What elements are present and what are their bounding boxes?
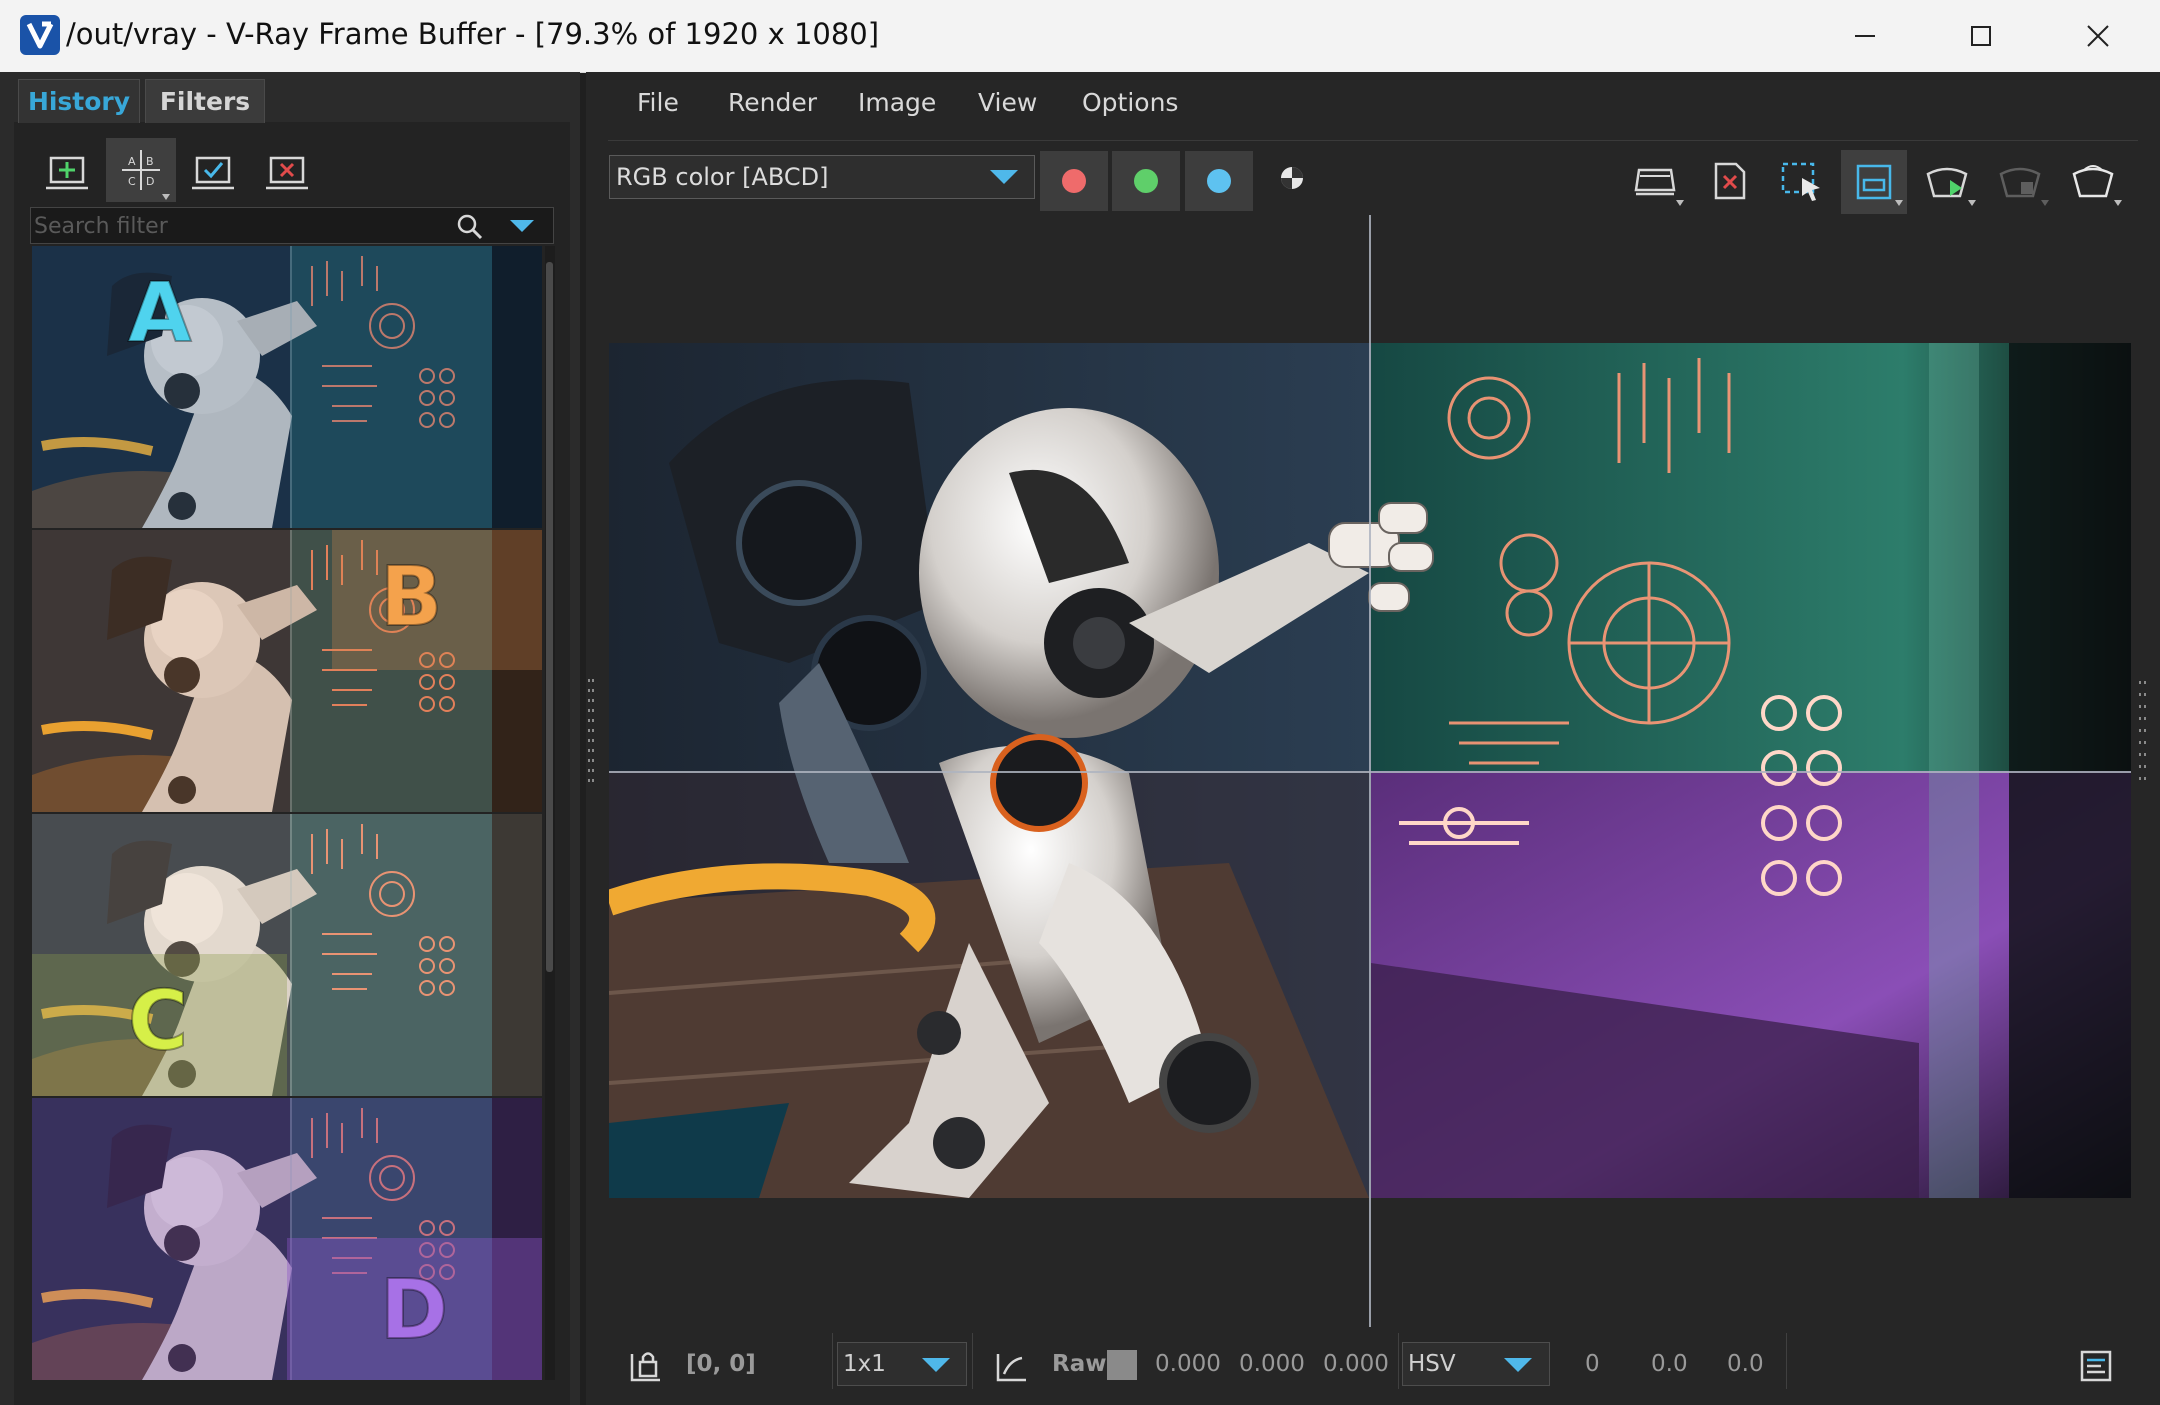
blue-channel-toggle[interactable] [1185,151,1253,211]
log-window-icon[interactable] [2074,1346,2118,1386]
history-item-label: B [379,549,444,646]
history-item-label: D [379,1262,449,1359]
track-mouse-icon [1856,164,1903,206]
history-item-a[interactable]: A [32,246,542,528]
region-render-icon [1781,162,1820,201]
chevron-down-icon[interactable] [1498,1350,1538,1380]
history-scrollbar-thumb[interactable] [546,262,553,972]
filter-dropdown-arrow-icon[interactable] [504,210,540,242]
tab-filters[interactable]: Filters [145,79,265,123]
history-list[interactable]: A B C D [32,246,542,1380]
clear-image-button[interactable] [1696,150,1762,214]
zoom-select-value: 1x1 [843,1351,886,1377]
maximize-icon [1971,26,1991,46]
alpha-channel-icon [1281,167,1303,189]
track-mouse-button[interactable] [1841,150,1907,214]
tab-history[interactable]: History [18,79,140,123]
history-item-b[interactable]: B [32,530,542,812]
region-render-button[interactable] [1768,150,1834,214]
start-interactive-button[interactable] [1914,150,1980,214]
search-filter-input[interactable] [34,210,444,242]
status-separator [832,1333,833,1389]
hsv-value-h: 0 [1585,1351,1600,1377]
status-separator [972,1333,973,1389]
color-picker-icon[interactable] [992,1346,1032,1386]
raw-value-b: 0.000 [1323,1351,1389,1377]
render-button[interactable] [2060,150,2126,214]
menu-view[interactable]: View [978,88,1037,117]
svg-text:A: A [128,155,136,168]
history-item-d[interactable]: D [32,1098,542,1380]
alpha-channel-toggle[interactable] [1262,160,1322,202]
history-item-label: C [127,973,189,1070]
close-icon [2087,25,2109,47]
save-image-button[interactable] [1622,150,1688,214]
compare-horizontal-divider[interactable] [609,771,2131,773]
minimize-button[interactable] [1830,8,1900,64]
chevron-down-icon[interactable] [984,160,1024,192]
save-to-history-button[interactable] [32,138,102,202]
history-item-label: A [127,265,192,362]
status-separator [1786,1333,1787,1389]
menu-divider [608,140,2138,141]
raw-color-swatch [1107,1350,1137,1380]
status-separator [1398,1333,1399,1389]
menu-options[interactable]: Options [1082,88,1178,117]
menu-render[interactable]: Render [728,88,817,117]
clear-image-icon [1714,162,1746,200]
ab-compare-button[interactable]: A B C D [106,138,176,202]
ab-compare-icon: A B C D [122,150,170,200]
channel-select-value: RGB color [ABCD] [616,163,829,191]
menu-image[interactable]: Image [858,88,936,117]
pixel-coordinates: [0, 0] [686,1351,756,1377]
blue-dot-icon [1207,169,1231,193]
raw-label: Raw [1052,1351,1107,1377]
maximize-button[interactable] [1946,8,2016,64]
load-history-button[interactable] [178,138,248,202]
search-icon[interactable] [452,210,488,242]
menu-file[interactable]: File [637,88,679,117]
lock-coordinates-icon[interactable] [626,1346,666,1386]
start-interactive-icon [1926,167,1976,206]
render-teapot-icon [2072,165,2122,206]
color-mode-value: HSV [1408,1351,1456,1377]
close-button[interactable] [2063,8,2133,64]
svg-text:B: B [146,155,154,168]
green-dot-icon [1134,169,1158,193]
red-dot-icon [1062,169,1086,193]
red-channel-toggle[interactable] [1040,151,1108,211]
history-item-c[interactable]: C [32,814,542,1096]
green-channel-toggle[interactable] [1112,151,1180,211]
save-image-icon [1634,168,1684,206]
minimize-icon [1855,35,1875,37]
raw-value-r: 0.000 [1155,1351,1221,1377]
hsv-value-v: 0.0 [1727,1351,1764,1377]
remove-history-button[interactable] [252,138,322,202]
load-history-icon [192,156,234,190]
raw-value-g: 0.000 [1239,1351,1305,1377]
right-splitter-grip-icon[interactable] [2138,675,2148,795]
window-title: /out/vray - V-Ray Frame Buffer - [79.3% … [66,17,880,51]
remove-history-icon [266,156,308,190]
save-to-history-icon [46,156,88,190]
svg-text:C: C [128,175,136,188]
chevron-down-icon[interactable] [916,1350,956,1380]
stop-render-button[interactable] [1987,150,2053,214]
vray-logo-icon [20,15,60,55]
hsv-value-s: 0.0 [1651,1351,1688,1377]
stop-render-icon [1999,167,2049,206]
splitter-grip-icon[interactable] [587,675,595,795]
svg-text:D: D [146,175,154,188]
